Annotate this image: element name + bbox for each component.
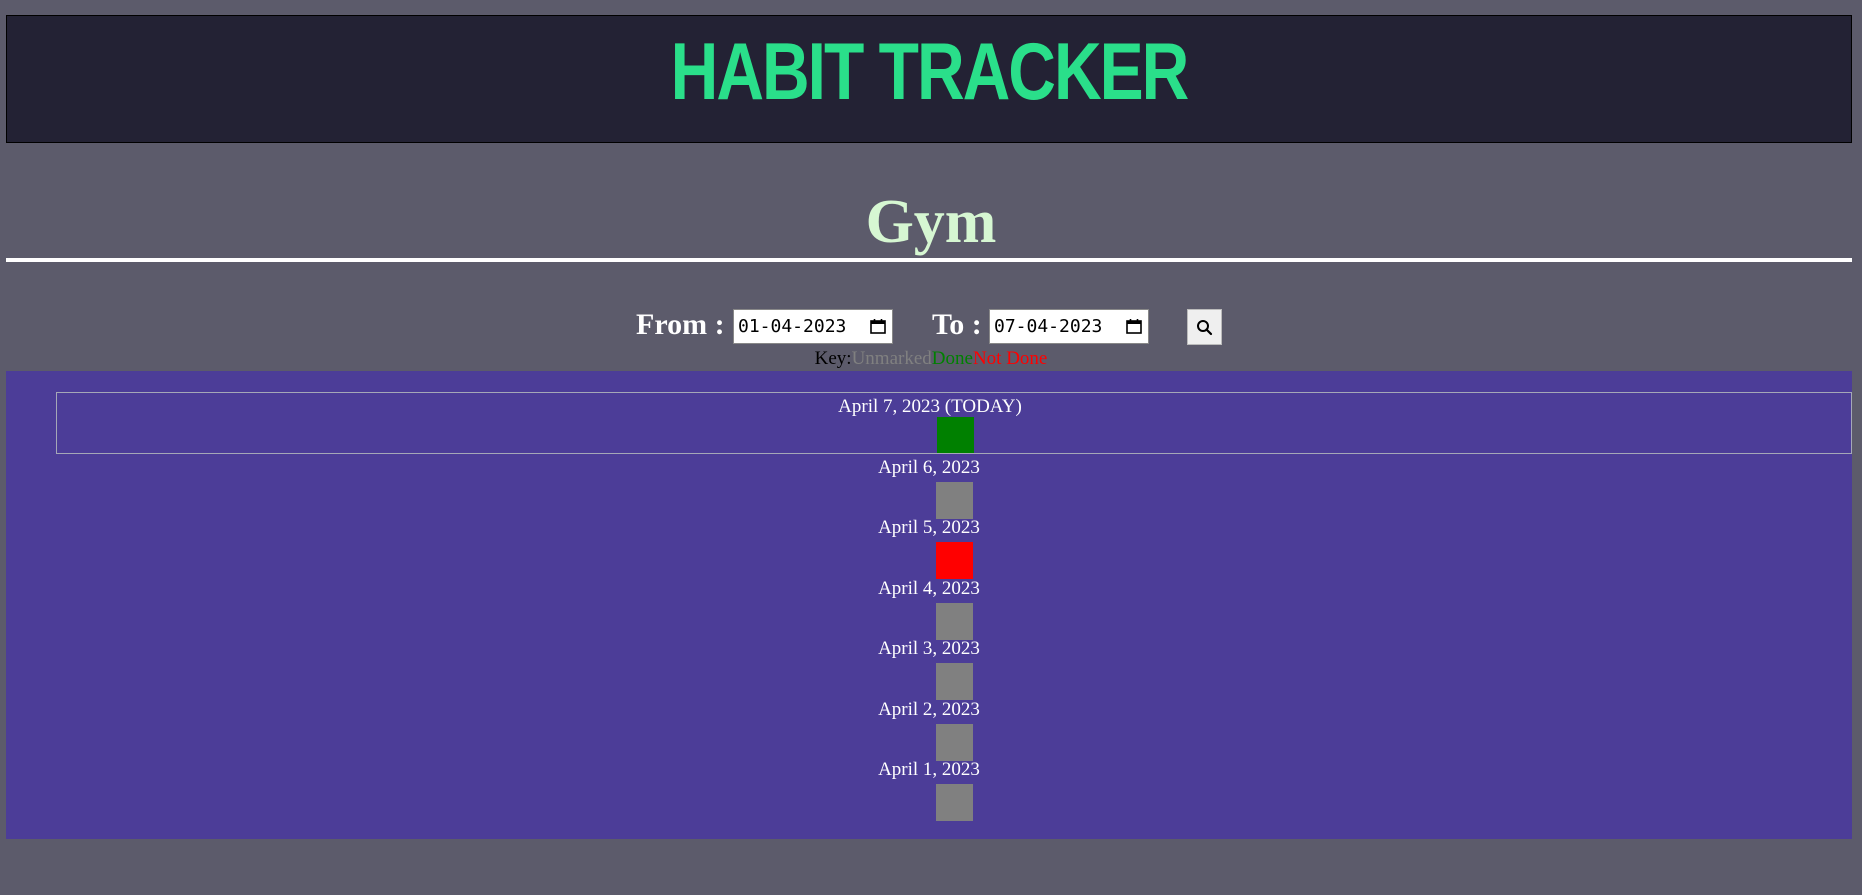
day-entry: April 4, 2023	[6, 577, 1852, 640]
calendar-icon[interactable]	[1126, 319, 1142, 334]
day-status-box[interactable]	[936, 784, 973, 821]
status-key: Key:UnmarkedDoneNot Done	[0, 348, 1862, 370]
day-label: April 2, 2023	[878, 699, 980, 720]
app-header: HABIT TRACKER	[6, 15, 1852, 143]
day-label: April 1, 2023	[878, 759, 980, 780]
day-entry: April 5, 2023	[6, 516, 1852, 579]
day-entry: April 3, 2023	[6, 637, 1852, 700]
day-status-box[interactable]	[936, 603, 973, 640]
app-title: HABIT TRACKER	[670, 25, 1190, 117]
day-status-box[interactable]	[936, 724, 973, 761]
day-entry: April 2, 2023	[6, 698, 1852, 761]
day-entry: April 6, 2023	[6, 456, 1852, 519]
from-date-input[interactable]: 01-04-2023	[733, 309, 893, 344]
day-status-box[interactable]	[936, 542, 973, 579]
from-label: From :	[636, 308, 725, 341]
day-status-box[interactable]	[937, 417, 974, 453]
calendar-icon[interactable]	[870, 319, 886, 334]
day-label: April 3, 2023	[878, 638, 980, 659]
to-date-value: 07-04-2023	[994, 316, 1103, 337]
to-label: To :	[932, 308, 982, 341]
search-icon	[1197, 319, 1213, 335]
key-not-done: Not Done	[972, 348, 1048, 369]
day-label: April 4, 2023	[878, 578, 980, 599]
day-label: April 6, 2023	[878, 457, 980, 478]
key-done: Done	[931, 348, 973, 369]
habit-title: Gym	[865, 188, 997, 256]
title-divider	[6, 258, 1852, 262]
from-date-value: 01-04-2023	[738, 316, 847, 337]
day-label: April 5, 2023	[878, 517, 980, 538]
key-unmarked: Unmarked	[851, 348, 932, 369]
day-status-box[interactable]	[936, 663, 973, 700]
days-list: April 7, 2023 (TODAY) April 6, 2023 Apri…	[6, 371, 1852, 839]
key-label: Key:	[814, 348, 852, 369]
to-date-input[interactable]: 07-04-2023	[989, 309, 1149, 344]
day-status-box[interactable]	[936, 482, 973, 519]
search-button[interactable]	[1187, 309, 1222, 345]
day-label: April 7, 2023 (TODAY)	[838, 396, 1022, 417]
day-entry-today: April 7, 2023 (TODAY)	[56, 392, 1852, 454]
date-filter: From : 01-04-2023 To : 07-04-2023	[0, 306, 1862, 345]
day-entry: April 1, 2023	[6, 758, 1852, 821]
